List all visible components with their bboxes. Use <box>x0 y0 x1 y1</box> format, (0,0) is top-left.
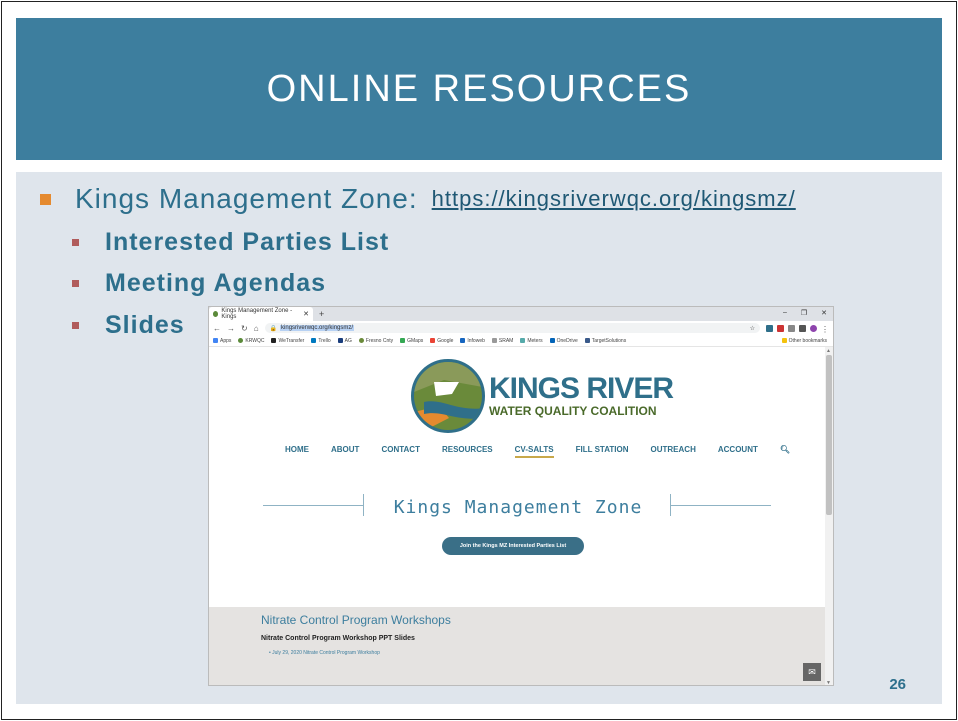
bullet-square-icon <box>72 322 79 329</box>
close-window-icon[interactable]: ✕ <box>821 309 827 317</box>
new-tab-button[interactable]: + <box>319 309 324 319</box>
home-icon[interactable]: ⌂ <box>254 324 259 333</box>
logo-line1: KINGS RIVER <box>489 372 674 405</box>
workshops-section: Nitrate Control Program Workshops Nitrat… <box>209 607 827 685</box>
workshop-link[interactable]: • July 29, 2020 Nitrate Control Program … <box>269 650 380 656</box>
join-interested-parties-button[interactable]: Join the Kings MZ Interested Parties Lis… <box>442 537 584 555</box>
address-bar[interactable]: 🔒 kingsriverwqc.org/kingsmz/ ☆ <box>264 323 760 333</box>
minimize-icon[interactable]: – <box>783 309 787 317</box>
browser-screenshot: Kings Management Zone - Kings ✕ + – ❐ ✕ … <box>208 306 834 686</box>
slide-title: ONLINE RESOURCES <box>266 67 692 110</box>
tab-title: Kings Management Zone - Kings <box>221 308 293 320</box>
bookmark-item[interactable]: Google <box>430 338 453 344</box>
main-bullet: Kings Management Zone: https://kingsrive… <box>40 183 796 215</box>
logo-emblem-icon <box>411 359 485 433</box>
nav-resources[interactable]: RESOURCES <box>442 445 493 458</box>
browser-tab[interactable]: Kings Management Zone - Kings ✕ <box>209 307 313 321</box>
sub-bullet-meeting-agendas: Meeting Agendas <box>72 269 326 298</box>
address-url: kingsriverwqc.org/kingsmz/ <box>280 325 355 331</box>
nav-home[interactable]: HOME <box>285 445 309 458</box>
page-number: 26 <box>889 676 906 693</box>
bookmark-item[interactable]: SRAM <box>491 338 513 344</box>
kingsmz-link[interactable]: https://kingsriverwqc.org/kingsmz/ <box>432 186 796 212</box>
nav-about[interactable]: ABOUT <box>331 445 359 458</box>
krwqc-logo[interactable]: KINGS RIVER WATER QUALITY COALITION <box>411 359 674 433</box>
star-icon[interactable]: ☆ <box>750 325 755 332</box>
bullet-square-icon <box>72 280 79 287</box>
menu-icon[interactable]: ⋮ <box>821 325 829 334</box>
extension-icon[interactable] <box>788 324 795 332</box>
scroll-thumb[interactable] <box>826 355 832 515</box>
bookmark-item[interactable]: TargetSolutions <box>584 338 626 344</box>
heading-divider-right <box>671 505 771 506</box>
favicon-icon <box>213 311 219 317</box>
puzzle-icon[interactable] <box>799 324 806 332</box>
site-nav: HOME ABOUT CONTACT RESOURCES CV-SALTS FI… <box>285 445 790 458</box>
search-icon[interactable]: 🔍︎ <box>780 445 790 458</box>
kmz-heading: Kings Management Zone <box>209 497 827 518</box>
back-icon[interactable]: ← <box>213 324 221 333</box>
sub-bullet-label: Slides <box>105 311 185 339</box>
window-controls: – ❐ ✕ <box>783 309 827 317</box>
reload-icon[interactable]: ↻ <box>241 324 248 333</box>
bookmark-item[interactable]: Infoweb <box>460 338 485 344</box>
kmz-title: Kings Management Zone <box>393 497 643 518</box>
bookmark-item[interactable]: WeTransfer <box>271 338 304 344</box>
bullet-square-icon <box>72 239 79 246</box>
bookmark-item[interactable]: Fresno Cnty <box>358 338 393 344</box>
bookmark-item[interactable]: Apps <box>213 338 231 344</box>
slide-title-bar: ONLINE RESOURCES <box>16 18 942 160</box>
forward-icon[interactable]: → <box>227 324 235 333</box>
bookmark-item[interactable]: OneDrive <box>549 338 578 344</box>
extension-icon[interactable] <box>777 324 784 332</box>
bookmark-item[interactable]: Meters <box>520 338 543 344</box>
nav-outreach[interactable]: OUTREACH <box>651 445 696 458</box>
sub-bullet-slides: Slides <box>72 311 185 340</box>
browser-viewport: KINGS RIVER WATER QUALITY COALITION HOME… <box>209 347 827 685</box>
browser-tabstrip: Kings Management Zone - Kings ✕ + – ❐ ✕ <box>209 307 833 321</box>
nav-cv-salts[interactable]: CV-SALTS <box>514 445 554 458</box>
bookmark-item[interactable]: GMaps <box>400 338 423 344</box>
lock-icon: 🔒 <box>269 325 278 332</box>
bookmark-item[interactable]: AG <box>337 338 352 344</box>
nav-account[interactable]: ACCOUNT <box>718 445 758 458</box>
avatar[interactable] <box>810 324 817 332</box>
logo-text: KINGS RIVER WATER QUALITY COALITION <box>489 372 674 419</box>
close-icon[interactable]: ✕ <box>303 310 309 318</box>
logo-line2: WATER QUALITY COALITION <box>489 404 657 418</box>
scrollbar[interactable]: ▲ ▼ <box>825 347 833 685</box>
bookmark-item[interactable]: KRWQC <box>238 338 264 344</box>
restore-icon[interactable]: ❐ <box>801 309 807 317</box>
extensions: ⋮ <box>766 324 829 334</box>
scroll-down-icon[interactable]: ▼ <box>826 680 831 685</box>
extension-icon[interactable] <box>766 324 773 332</box>
nav-contact[interactable]: CONTACT <box>381 445 420 458</box>
scroll-up-icon[interactable]: ▲ <box>826 348 831 354</box>
nav-fill-station[interactable]: FILL STATION <box>576 445 629 458</box>
bullet-square-icon <box>40 193 51 205</box>
main-bullet-label: Kings Management Zone: <box>75 183 418 214</box>
bookmark-item[interactable]: Trello <box>311 338 331 344</box>
mail-icon[interactable]: ✉ <box>803 663 821 681</box>
workshops-subtitle: Nitrate Control Program Workshop PPT Sli… <box>261 635 415 642</box>
workshops-title: Nitrate Control Program Workshops <box>261 613 451 627</box>
bookmarks-bar: Apps KRWQC WeTransfer Trello AG Fresno C… <box>209 335 833 347</box>
sub-bullet-label: Meeting Agendas <box>105 269 327 297</box>
other-bookmarks[interactable]: Other bookmarks <box>781 338 827 344</box>
sub-bullet-interested-parties: Interested Parties List <box>72 228 389 257</box>
sub-bullet-label: Interested Parties List <box>105 228 390 256</box>
browser-toolbar: ← → ↻ ⌂ 🔒 kingsriverwqc.org/kingsmz/ ☆ ⋮ <box>209 321 833 335</box>
